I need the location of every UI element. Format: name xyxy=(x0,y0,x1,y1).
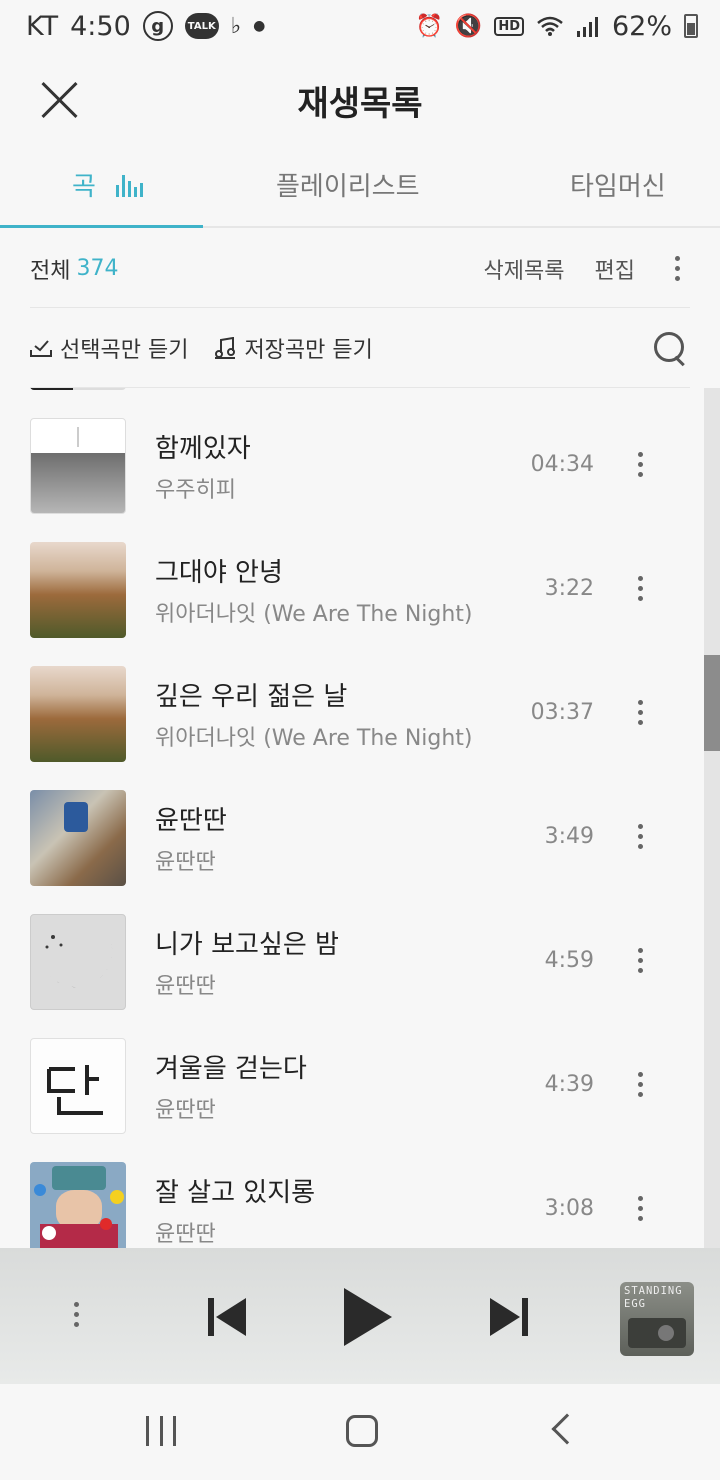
song-title: 함께있자 xyxy=(155,434,251,464)
song-duration: 4:59 xyxy=(544,948,594,973)
album-art xyxy=(30,418,126,514)
equalizer-icon xyxy=(116,173,144,197)
signal-icon xyxy=(576,15,600,37)
wifi-icon xyxy=(536,15,564,37)
alarm-icon: ⏰ xyxy=(415,13,443,39)
song-title: 잘 살고 있지롱 xyxy=(155,1178,316,1208)
now-playing-album-art[interactable]: STANDING EGG xyxy=(620,1282,694,1356)
song-title: 윤딴딴 xyxy=(155,806,227,836)
talk-icon: TALK xyxy=(184,13,219,39)
next-icon[interactable] xyxy=(490,1298,530,1336)
more-options-icon[interactable] xyxy=(628,696,653,729)
back-icon[interactable] xyxy=(551,1413,583,1445)
tab-songs-label: 곡 xyxy=(72,172,96,202)
more-options-icon[interactable] xyxy=(628,572,653,605)
list-item[interactable]: 함께있자 우주히피 04:34 xyxy=(0,418,700,542)
status-bar: KT 4:50 g TALK ♭ ● ⏰ 🔇 HD 62% xyxy=(0,0,720,52)
song-artist: 위아더나잇 (We Are The Night) xyxy=(155,602,473,627)
album-art xyxy=(30,914,126,1010)
saved-only-button[interactable]: 저장곡만 듣기 xyxy=(214,332,373,364)
album-art xyxy=(30,542,126,638)
more-options-icon[interactable] xyxy=(64,1298,89,1331)
song-artist: 우주히피 xyxy=(155,478,236,503)
search-icon[interactable] xyxy=(650,328,690,368)
deleted-list-button[interactable]: 삭제목록 xyxy=(484,253,565,285)
saved-only-label: 저장곡만 듣기 xyxy=(244,337,373,363)
album-art xyxy=(30,790,126,886)
song-duration: 3:08 xyxy=(544,1196,594,1221)
song-artist: 윤딴딴 xyxy=(155,1222,216,1247)
recents-icon[interactable] xyxy=(146,1416,176,1446)
list-item[interactable]: 겨울을 걷는다 윤딴딴 4:39 xyxy=(0,1038,700,1162)
mini-player: STANDING EGG xyxy=(0,1248,720,1384)
notification-icon: ♭ xyxy=(230,13,242,39)
carrier-text: KT xyxy=(26,10,59,42)
page-title: 재생목록 xyxy=(297,84,423,124)
tab-indicator xyxy=(0,225,203,228)
list-item[interactable]: 깊은 우리 젊은 날 위아더나잇 (We Are The Night) 03:3… xyxy=(0,666,700,790)
album-art xyxy=(30,388,126,390)
tab-timemachine[interactable]: 타임머신 xyxy=(570,166,666,203)
dot-icon: ● xyxy=(253,18,266,34)
more-options-icon[interactable] xyxy=(628,1068,653,1101)
album-art xyxy=(30,666,126,762)
play-icon[interactable] xyxy=(344,1288,394,1346)
previous-icon[interactable] xyxy=(206,1298,246,1336)
scrollbar-thumb[interactable] xyxy=(704,655,720,751)
radio-icon xyxy=(628,1318,686,1348)
more-options-icon[interactable] xyxy=(628,944,653,977)
song-list: 함께있자 우주히피 04:34 그대야 안녕 위아더나잇 (We Are The… xyxy=(0,388,720,1248)
song-artist: 윤딴딴 xyxy=(155,974,216,999)
more-options-icon[interactable] xyxy=(665,252,690,285)
home-icon[interactable] xyxy=(346,1415,378,1447)
scrollbar[interactable] xyxy=(704,388,720,1248)
top-bar: 재생목록 xyxy=(0,52,720,144)
song-duration: 3:22 xyxy=(544,576,594,601)
g-icon: g xyxy=(142,11,173,41)
battery-icon xyxy=(684,14,698,38)
battery-text: 62% xyxy=(611,10,672,42)
hd-icon: HD xyxy=(494,16,524,36)
edit-button[interactable]: 편집 xyxy=(595,253,635,285)
system-nav-bar xyxy=(0,1384,720,1480)
tab-songs[interactable]: 곡 xyxy=(72,166,144,203)
song-title: 니가 보고싶은 밤 xyxy=(155,930,339,960)
song-title: 깊은 우리 젊은 날 xyxy=(155,682,348,712)
filter-bar: 선택곡만 듣기 저장곡만 듣기 xyxy=(30,308,690,388)
list-item[interactable]: 그대야 안녕 위아더나잇 (We Are The Night) 3:22 xyxy=(0,542,700,666)
mute-icon: 🔇 xyxy=(454,13,483,39)
summary-bar: 전체 374 삭제목록 편집 xyxy=(30,230,690,308)
clock: 4:50 xyxy=(70,10,131,42)
song-artist: 위아더나잇 (We Are The Night) xyxy=(155,726,473,751)
tab-playlists[interactable]: 플레이리스트 xyxy=(276,166,420,203)
list-item[interactable]: 윤딴딴 윤딴딴 3:49 xyxy=(0,790,700,914)
album-art xyxy=(30,1038,126,1134)
song-duration: 04:34 xyxy=(530,452,594,477)
tab-bar: 곡 플레이리스트 타임머신 xyxy=(0,144,720,228)
album-art-text: STANDING EGG xyxy=(624,1285,683,1310)
song-artist: 윤딴딴 xyxy=(155,850,216,875)
song-title: 겨울을 걷는다 xyxy=(155,1054,307,1084)
music-note-icon xyxy=(215,336,236,359)
song-duration: 4:39 xyxy=(544,1072,594,1097)
list-item[interactable]: 니가 보고싶은 밤 윤딴딴 4:59 xyxy=(0,914,700,1038)
song-duration: 03:37 xyxy=(530,700,594,725)
selected-only-button[interactable]: 선택곡만 듣기 xyxy=(30,332,188,364)
more-options-icon[interactable] xyxy=(628,448,653,481)
album-art xyxy=(30,1162,126,1248)
more-options-icon[interactable] xyxy=(628,820,653,853)
checkbox-tray-icon xyxy=(30,339,52,357)
song-artist: 윤딴딴 xyxy=(155,1098,216,1123)
song-duration: 3:49 xyxy=(544,824,594,849)
song-title: 그대야 안녕 xyxy=(155,558,283,588)
selected-only-label: 선택곡만 듣기 xyxy=(60,337,189,363)
total-label: 전체 xyxy=(30,258,71,284)
total-count: 374 xyxy=(76,256,119,281)
list-item[interactable]: 잘 살고 있지롱 윤딴딴 3:08 xyxy=(0,1162,700,1248)
more-options-icon[interactable] xyxy=(628,1192,653,1225)
